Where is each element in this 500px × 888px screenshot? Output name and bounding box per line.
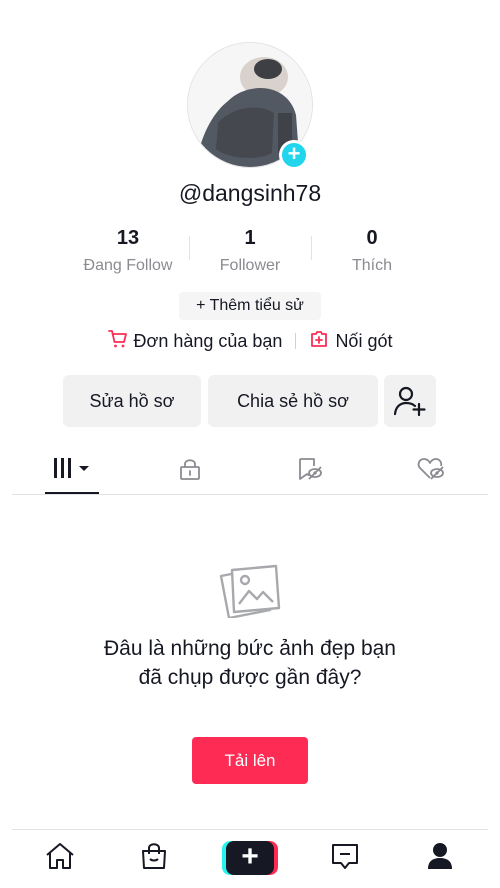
stat-label: Thích [351, 257, 392, 274]
nav-create[interactable]: + [221, 840, 279, 876]
stat-followers[interactable]: 1 Follower [189, 226, 311, 282]
nav-shop[interactable] [134, 838, 174, 878]
create-icon: + [222, 841, 278, 875]
nav-profile[interactable] [420, 838, 460, 878]
username: @dangsinh78 [178, 180, 322, 206]
avatar-container[interactable]: + [187, 42, 313, 170]
nav-home[interactable] [40, 838, 80, 878]
empty-state-message: Đâu là những bức ảnh đẹp bạn đã chụp đượ… [103, 637, 396, 689]
stat-likes[interactable]: 0 Thích [311, 226, 433, 282]
profile-icon [427, 842, 453, 875]
photos-icon [218, 562, 282, 623]
home-icon [45, 842, 75, 875]
connect-label: Nối gót [335, 330, 393, 351]
add-user-icon [393, 386, 426, 420]
add-avatar-button[interactable]: + [279, 140, 309, 170]
share-profile-button[interactable]: Chia sẻ hồ sơ [208, 375, 378, 427]
orders-link[interactable]: Đơn hàng của bạn [107, 329, 283, 354]
stat-label: Follower [219, 257, 281, 274]
profile-links: Đơn hàng của bạn Nối gót [0, 328, 500, 354]
lock-icon [178, 457, 202, 486]
profile-tabs [12, 448, 488, 495]
edit-profile-button[interactable]: Sửa hồ sơ [63, 375, 201, 427]
divider [295, 333, 297, 349]
tab-liked[interactable] [408, 448, 454, 494]
tab-saved[interactable] [287, 448, 333, 494]
videos-grid-icon [52, 457, 92, 484]
liked-hidden-icon [417, 457, 445, 486]
stat-label: Đang Follow [83, 257, 173, 274]
plus-box-icon [309, 329, 335, 354]
inbox-icon [331, 842, 359, 875]
stat-following[interactable]: 13 Đang Follow [67, 226, 189, 282]
add-bio-button[interactable]: + Thêm tiểu sử [179, 292, 321, 320]
connect-link[interactable]: Nối gót [309, 329, 392, 354]
shop-icon [140, 842, 168, 875]
tab-private[interactable] [167, 448, 213, 494]
add-friend-button[interactable] [384, 375, 436, 427]
nav-inbox[interactable] [325, 838, 365, 878]
cart-icon [107, 329, 134, 354]
stat-value: 0 [366, 227, 378, 249]
orders-label: Đơn hàng của bạn [133, 330, 283, 351]
bottom-nav: + [12, 829, 488, 888]
stat-value: 13 [116, 227, 140, 249]
profile-stats: 13 Đang Follow 1 Follower 0 Thích [67, 226, 433, 282]
upload-button[interactable]: Tải lên [192, 737, 308, 784]
stat-value: 1 [244, 227, 256, 249]
tab-videos[interactable] [45, 448, 99, 494]
bookmark-icon [297, 457, 323, 486]
